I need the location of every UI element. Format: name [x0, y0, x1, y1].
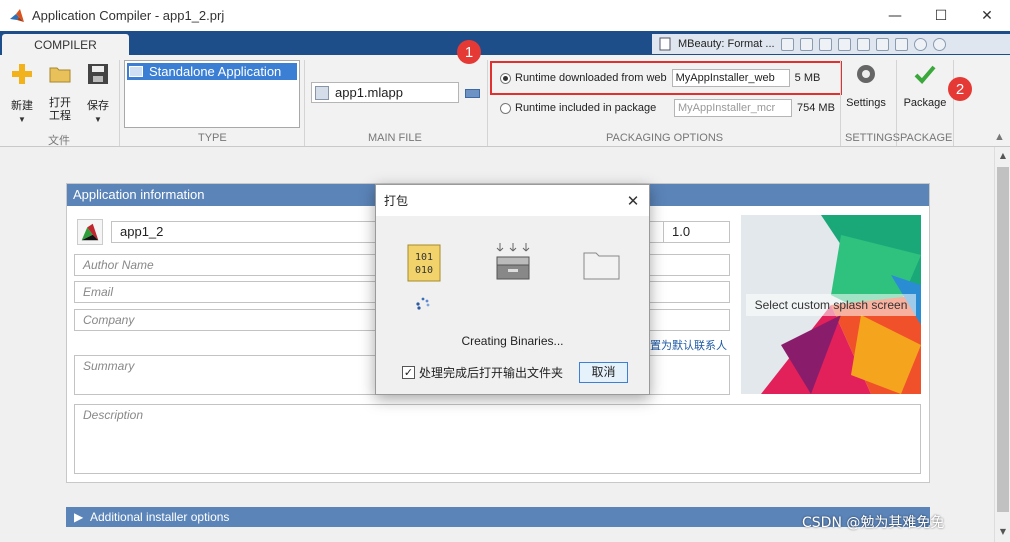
web-installer-name-input[interactable]: MyAppInstaller_web: [671, 69, 790, 87]
window-title: Application Compiler - app1_2.prj: [32, 8, 225, 23]
open-output-folder-checkbox[interactable]: ✓: [402, 366, 415, 379]
collapse-ribbon-icon[interactable]: ▲: [994, 131, 1005, 143]
package-dialog: 打包 ✕ 101 010 Creating Binaries... ✓ 处理完成…: [375, 184, 650, 395]
maximize-button[interactable]: ☐: [918, 0, 964, 31]
save-dropdown-icon[interactable]: ▼: [84, 115, 112, 124]
tab-strip: COMPILER MBeauty: Format ...: [0, 31, 1010, 57]
cancel-button[interactable]: 取消: [579, 362, 628, 383]
archive-icon: [496, 243, 530, 280]
new-button[interactable]: 新建 ▼: [8, 62, 36, 124]
cut-qa-icon[interactable]: [799, 37, 813, 51]
main-file-remove-button[interactable]: [465, 89, 480, 98]
settings-label: Settings: [846, 97, 886, 109]
annotation-badge-1: 1: [457, 40, 481, 64]
redo-qa-icon[interactable]: [875, 37, 889, 51]
ribbon-section-labels: 文件 TYPE MAIN FILE PACKAGING OPTIONS SETT…: [0, 131, 1010, 147]
help-icon[interactable]: [913, 37, 927, 51]
tab-compiler[interactable]: COMPILER: [2, 34, 129, 57]
scroll-thumb[interactable]: [997, 167, 1009, 512]
section-file: 文件: [48, 135, 70, 147]
dialog-body: 101 010 Creating Binaries... ✓ 处理完成后打开输出…: [376, 216, 649, 394]
section-type: TYPE: [198, 132, 227, 144]
package-label: Package: [903, 97, 947, 109]
web-size: 5 MB: [794, 72, 821, 84]
new-label: 新建: [11, 100, 33, 112]
title-bar: Application Compiler - app1_2.prj — ☐ ✕: [0, 0, 1010, 31]
binary-file-icon: 101 010: [407, 244, 441, 282]
settings-button[interactable]: Settings: [843, 62, 889, 109]
runtime-web-radio[interactable]: [500, 72, 511, 84]
runtime-package-option[interactable]: Runtime included in package MyAppInstall…: [500, 99, 835, 117]
svg-text:101: 101: [415, 252, 433, 263]
svg-text:010: 010: [415, 265, 433, 276]
version-input[interactable]: 1.0: [663, 221, 730, 243]
toolstrip-doc-title[interactable]: MBeauty: Format ...: [678, 38, 775, 50]
set-default-contact-link[interactable]: 置为默认联系人: [650, 337, 727, 353]
application-icon: [129, 66, 143, 77]
mlapp-file-icon: [315, 85, 329, 100]
package-size: 754 MB: [797, 102, 835, 114]
mcr-installer-name-input[interactable]: MyAppInstaller_mcr: [674, 99, 792, 117]
dialog-status-text: Creating Binaries...: [461, 334, 564, 348]
plus-icon: [12, 64, 32, 84]
paste-qa-icon[interactable]: [837, 37, 851, 51]
new-dropdown-icon[interactable]: ▼: [8, 115, 36, 124]
runtime-package-radio[interactable]: [500, 102, 511, 114]
open-project-button[interactable]: 打开 工程: [46, 62, 74, 123]
expand-arrow-icon: ▶: [74, 510, 84, 524]
switch-windows-icon[interactable]: [894, 37, 908, 51]
app-icon[interactable]: [77, 219, 103, 245]
description-input[interactable]: Description: [74, 404, 921, 474]
folder-open-icon: [49, 67, 71, 83]
type-item-standalone[interactable]: Standalone Application: [127, 63, 297, 80]
section-settings: SETTINGS: [845, 132, 901, 144]
copy-qa-icon[interactable]: [818, 37, 832, 51]
watermark: CSDN @勉为其难免免: [802, 515, 945, 531]
section-main-file: MAIN FILE: [368, 132, 422, 144]
main-file-field[interactable]: app1.mlapp: [311, 82, 459, 103]
checkmark-icon: [914, 65, 936, 84]
quick-access-toolbar: MBeauty: Format ...: [652, 34, 1010, 54]
package-button[interactable]: Package: [900, 62, 950, 109]
scroll-up-icon[interactable]: ▲: [995, 151, 1010, 160]
scroll-down-icon[interactable]: ▼: [995, 527, 1010, 536]
section-package: PACKAGE: [900, 132, 953, 144]
splash-screen-label[interactable]: Select custom splash screen: [746, 294, 916, 316]
options-icon[interactable]: [932, 37, 946, 51]
close-window-button[interactable]: ✕: [964, 0, 1010, 31]
minimize-button[interactable]: —: [872, 0, 918, 31]
dialog-title: 打包: [384, 194, 409, 208]
additional-installer-header[interactable]: ▶ Additional installer options: [66, 507, 930, 527]
open-project-label: 打开 工程: [49, 97, 71, 122]
vertical-scrollbar[interactable]: ▲ ▼: [994, 147, 1010, 542]
save-button[interactable]: 保存 ▼: [84, 62, 112, 124]
gear-icon: [857, 65, 875, 83]
undo-qa-icon[interactable]: [856, 37, 870, 51]
loading-spinner-icon: [416, 297, 430, 310]
save-disk-icon: [88, 64, 108, 84]
save-label: 保存: [87, 100, 109, 112]
dialog-close-button[interactable]: ✕: [617, 185, 649, 216]
section-packaging: PACKAGING OPTIONS: [606, 132, 724, 144]
document-icon: [659, 37, 671, 51]
open-output-folder-option[interactable]: ✓ 处理完成后打开输出文件夹: [402, 364, 563, 381]
matlab-logo-icon: [10, 8, 24, 22]
save-qa-icon[interactable]: [780, 37, 794, 51]
annotation-badge-2: 2: [948, 77, 972, 101]
runtime-web-option[interactable]: Runtime downloaded from web MyAppInstall…: [500, 69, 820, 87]
type-list[interactable]: Standalone Application: [124, 60, 300, 128]
folder-icon: [583, 252, 620, 280]
